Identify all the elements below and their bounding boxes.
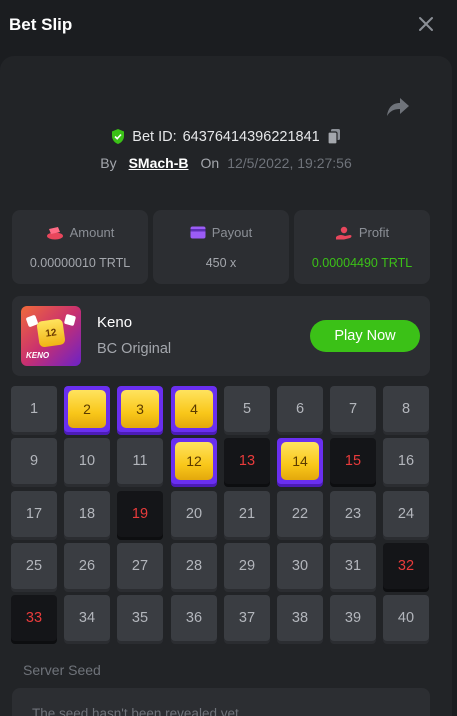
keno-cell-37: 37 bbox=[224, 595, 270, 641]
game-card: 12 KENO Keno BC Original Play Now bbox=[12, 296, 430, 376]
keno-cell-14: 14 bbox=[277, 438, 323, 484]
keno-cell-17: 17 bbox=[11, 491, 57, 537]
bet-meta-row: By SMach-B On 12/5/2022, 19:27:56 bbox=[0, 155, 452, 171]
keno-gem: 3 bbox=[121, 390, 159, 428]
thumb-tile: 12 bbox=[36, 318, 66, 348]
keno-cell-38: 38 bbox=[277, 595, 323, 641]
keno-thumbnail[interactable]: 12 KENO bbox=[21, 306, 81, 366]
card-icon bbox=[190, 226, 206, 239]
keno-cell-35: 35 bbox=[117, 595, 163, 641]
keno-cell-28: 28 bbox=[171, 543, 217, 589]
game-subtitle: BC Original bbox=[97, 341, 172, 357]
server-seed-label: Server Seed bbox=[23, 662, 101, 678]
keno-cell-9: 9 bbox=[11, 438, 57, 484]
game-name: Keno bbox=[97, 314, 133, 331]
stat-card-amount: Amount 0.00000010 TRTL bbox=[12, 210, 148, 284]
keno-gem: 14 bbox=[281, 442, 319, 480]
hand-icon bbox=[335, 226, 352, 239]
keno-cell-11: 11 bbox=[117, 438, 163, 484]
coins-icon bbox=[46, 226, 63, 239]
keno-cell-39: 39 bbox=[330, 595, 376, 641]
bet-id-value: 64376414396221841 bbox=[182, 128, 320, 145]
bet-slip-header: Bet Slip bbox=[0, 0, 457, 52]
by-label: By bbox=[100, 155, 117, 171]
user-link[interactable]: SMach-B bbox=[129, 155, 189, 171]
keno-gem: 4 bbox=[175, 390, 213, 428]
thumb-dice-right bbox=[63, 313, 77, 327]
stat-label: Amount bbox=[69, 225, 115, 240]
keno-cell-4: 4 bbox=[171, 386, 217, 432]
keno-cell-40: 40 bbox=[383, 595, 429, 641]
thumb-label: KENO bbox=[26, 351, 50, 360]
keno-gem: 2 bbox=[68, 390, 106, 428]
keno-cell-10: 10 bbox=[64, 438, 110, 484]
keno-cell-2: 2 bbox=[64, 386, 110, 432]
close-icon[interactable] bbox=[417, 15, 435, 33]
server-seed-box: The seed hasn't been revealed yet bbox=[12, 688, 430, 716]
stat-value: 0.00004490 TRTL bbox=[311, 256, 413, 270]
keno-cell-8: 8 bbox=[383, 386, 429, 432]
bet-date: 12/5/2022, 19:27:56 bbox=[227, 155, 352, 171]
keno-cell-30: 30 bbox=[277, 543, 323, 589]
keno-cell-16: 16 bbox=[383, 438, 429, 484]
keno-cell-3: 3 bbox=[117, 386, 163, 432]
keno-cell-20: 20 bbox=[171, 491, 217, 537]
keno-cell-29: 29 bbox=[224, 543, 270, 589]
on-label: On bbox=[200, 155, 220, 171]
keno-cell-31: 31 bbox=[330, 543, 376, 589]
keno-cell-23: 23 bbox=[330, 491, 376, 537]
server-seed-text: The seed hasn't been revealed yet bbox=[32, 706, 239, 716]
keno-cell-7: 7 bbox=[330, 386, 376, 432]
stat-card-profit: Profit 0.00004490 TRTL bbox=[294, 210, 430, 284]
keno-gem: 12 bbox=[175, 442, 213, 480]
keno-cell-32: 32 bbox=[383, 543, 429, 589]
stat-value: 450 x bbox=[205, 256, 237, 270]
keno-cell-21: 21 bbox=[224, 491, 270, 537]
keno-cell-19: 19 bbox=[117, 491, 163, 537]
keno-cell-18: 18 bbox=[64, 491, 110, 537]
copy-icon[interactable] bbox=[326, 128, 342, 145]
keno-cell-22: 22 bbox=[277, 491, 323, 537]
stat-card-payout: Payout 450 x bbox=[153, 210, 289, 284]
keno-cell-6: 6 bbox=[277, 386, 323, 432]
page-title: Bet Slip bbox=[9, 15, 73, 34]
keno-cell-26: 26 bbox=[64, 543, 110, 589]
keno-cell-24: 24 bbox=[383, 491, 429, 537]
keno-cell-1: 1 bbox=[11, 386, 57, 432]
share-icon[interactable] bbox=[386, 96, 410, 118]
stat-value: 0.00000010 TRTL bbox=[29, 256, 131, 270]
play-now-button[interactable]: Play Now bbox=[310, 320, 420, 352]
keno-cell-12: 12 bbox=[171, 438, 217, 484]
bet-id-label: Bet ID: bbox=[132, 128, 177, 145]
keno-cell-27: 27 bbox=[117, 543, 163, 589]
stat-label: Payout bbox=[211, 225, 253, 240]
keno-cell-34: 34 bbox=[64, 595, 110, 641]
keno-cell-15: 15 bbox=[330, 438, 376, 484]
keno-cell-36: 36 bbox=[171, 595, 217, 641]
keno-cell-33: 33 bbox=[11, 595, 57, 641]
shield-check-icon bbox=[112, 129, 125, 144]
keno-cell-13: 13 bbox=[224, 438, 270, 484]
keno-cell-25: 25 bbox=[11, 543, 57, 589]
bet-id-row: Bet ID: 64376414396221841 bbox=[0, 128, 452, 145]
keno-cell-5: 5 bbox=[224, 386, 270, 432]
stat-label: Profit bbox=[358, 225, 390, 240]
